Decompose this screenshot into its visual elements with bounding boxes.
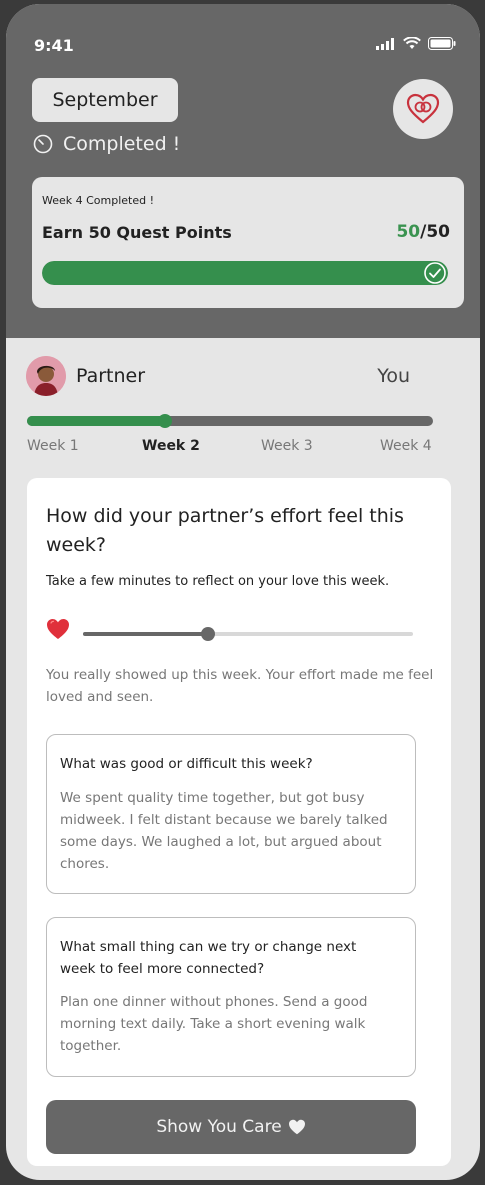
quest-subtitle: Week 4 Completed ! — [42, 194, 155, 207]
phone-screen: 9:41 September Completed ! Week 4 Comple… — [6, 4, 480, 1180]
status-time: 9:41 — [34, 36, 74, 55]
you-label[interactable]: You — [377, 365, 410, 387]
timer-icon — [33, 134, 53, 154]
week-progress-knob[interactable] — [158, 414, 173, 428]
prompt-box-2[interactable]: What small thing can we try or change ne… — [46, 917, 416, 1077]
prompt-answer-1[interactable]: We spent quality time together, but got … — [60, 787, 400, 875]
partner-avatar[interactable] — [26, 356, 66, 396]
week-progress-track[interactable] — [27, 414, 433, 428]
effort-feedback: You really showed up this week. Your eff… — [46, 667, 434, 705]
red-heart-icon — [47, 619, 69, 639]
signal-icon — [376, 37, 394, 50]
week-label-2[interactable]: Week 2 — [142, 438, 200, 454]
week-label-3[interactable]: Week 3 — [261, 438, 313, 454]
header-panel: 9:41 September Completed ! Week 4 Comple… — [6, 4, 480, 338]
quest-card: Week 4 Completed ! Earn 50 Quest Points … — [32, 177, 464, 308]
partner-name: Partner — [76, 365, 146, 387]
completed-label: Completed ! — [63, 133, 181, 155]
reflection-card: How did your partner’s effort feel this … — [27, 478, 451, 1166]
reflection-question: How did your partner’s effort feel this … — [46, 505, 404, 556]
couple-heart-button[interactable] — [393, 79, 453, 139]
prompt-question-1: What was good or difficult this week? — [60, 756, 313, 772]
show-you-care-button[interactable]: Show You Care — [46, 1100, 416, 1154]
quest-progress-fill — [42, 261, 448, 285]
person-avatar-icon — [26, 356, 66, 396]
quest-score: 50/50 — [396, 222, 450, 242]
status-icons — [376, 37, 456, 50]
quest-total: /50 — [420, 222, 450, 242]
week-label-4[interactable]: Week 4 — [380, 438, 432, 454]
reflection-subtitle: Take a few minutes to reflect on your lo… — [46, 574, 390, 589]
partner-row: Partner You — [26, 356, 460, 396]
quest-earned: 50 — [396, 222, 421, 242]
month-selector-button[interactable]: September — [32, 78, 178, 122]
wifi-icon — [403, 37, 421, 49]
completed-status: Completed ! — [33, 133, 180, 155]
effort-slider-knob[interactable] — [201, 627, 216, 641]
effort-slider[interactable] — [83, 627, 413, 641]
quest-progress-bar — [42, 261, 448, 285]
effort-slider-fill — [83, 632, 209, 636]
show-you-care-label: Show You Care — [156, 1117, 282, 1137]
check-circle-icon — [424, 262, 446, 284]
prompt-box-1[interactable]: What was good or difficult this week? We… — [46, 734, 416, 894]
prompt-question-2: What small thing can we try or change ne… — [60, 939, 357, 977]
week-progress-fill — [27, 416, 166, 426]
quest-title: Earn 50 Quest Points — [42, 223, 232, 242]
week-label-1[interactable]: Week 1 — [27, 438, 79, 454]
week-labels: Week 1 Week 2 Week 3 Week 4 — [27, 438, 433, 458]
prompt-answer-2[interactable]: Plan one dinner without phones. Send a g… — [60, 991, 400, 1057]
battery-icon — [428, 37, 456, 50]
heart-rings-icon — [406, 93, 440, 124]
white-heart-icon — [288, 1119, 305, 1135]
